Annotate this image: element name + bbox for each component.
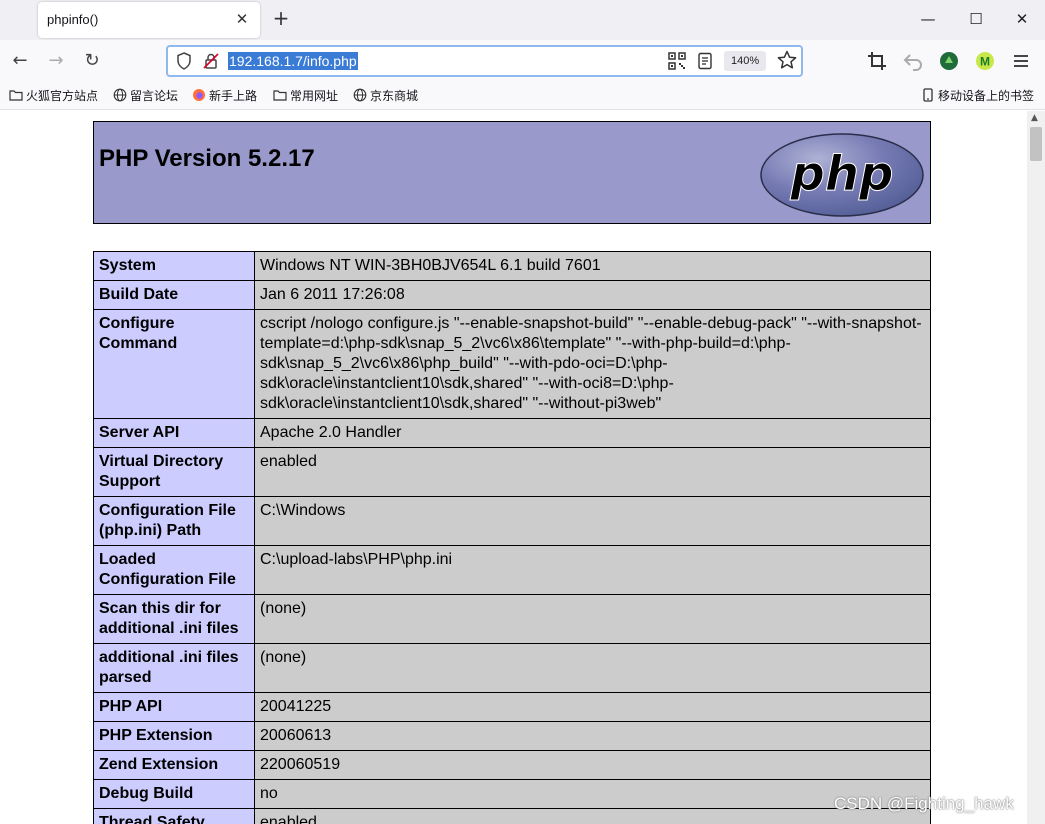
table-row: Scan this dir for additional .ini files(… (93, 594, 931, 644)
bookmark-item[interactable]: 常用网址 (273, 87, 338, 105)
url-input[interactable]: 192.168.1.7/info.php (228, 52, 358, 70)
extension-green-icon[interactable] (938, 50, 960, 72)
bookmark-label: 新手上路 (209, 89, 258, 103)
row-value: enabled (254, 808, 931, 824)
tab-strip: phpinfo() ✕ + — ☐ ✕ (0, 0, 1045, 40)
insecure-lock-icon[interactable] (201, 51, 221, 71)
row-value: (none) (254, 643, 931, 693)
row-label: Server API (93, 418, 255, 448)
reader-view-icon[interactable] (696, 52, 714, 70)
table-row: Zend Extension 220060519 (93, 750, 931, 780)
row-value: Apache 2.0 Handler (254, 418, 931, 448)
bookmarks-bar: 火狐官方站点 留言论坛 新手上路 常用网址 京东商城 移动设备上的书签 (0, 82, 1045, 110)
row-label: Build Date (93, 280, 255, 310)
crop-icon[interactable] (866, 50, 888, 72)
row-label: PHP API (93, 692, 255, 722)
row-label: Scan this dir for additional .ini files (93, 594, 255, 644)
row-value: C:\upload-labs\PHP\php.ini (254, 545, 931, 595)
navigation-bar: ← → ↻ 192.168.1.7/info.php 140% M (0, 40, 1045, 82)
table-row: Configure Command cscript /nologo configu… (93, 309, 931, 419)
row-label: Debug Build (93, 779, 255, 809)
php-logo[interactable]: php (759, 132, 925, 218)
globe-icon (353, 88, 367, 102)
bookmark-label: 京东商城 (370, 89, 419, 103)
undo-icon[interactable] (902, 50, 924, 72)
row-value: 220060519 (254, 750, 931, 780)
close-tab-icon[interactable]: ✕ (232, 9, 252, 29)
extension-m-icon[interactable]: M (974, 50, 996, 72)
bookmark-item[interactable]: 新手上路 (192, 87, 257, 105)
qr-code-icon[interactable] (668, 52, 686, 70)
table-row: additional .ini files parsed (none) (93, 643, 931, 693)
scroll-up-icon[interactable]: ▲ (1031, 113, 1038, 123)
row-value: enabled (254, 447, 931, 497)
row-label: Zend Extension (93, 750, 255, 780)
row-value: no (254, 779, 931, 809)
zoom-level-button[interactable]: 140% (724, 51, 767, 71)
row-value: Jan 6 2011 17:26:08 (254, 280, 931, 310)
row-label: Loaded Configuration File (93, 545, 255, 595)
forward-icon[interactable]: → (42, 47, 70, 75)
globe-icon (113, 88, 127, 102)
row-value: C:\Windows (254, 496, 931, 546)
firefox-icon (193, 89, 205, 101)
folder-icon (9, 90, 23, 101)
bookmark-item[interactable]: 留言论坛 (113, 87, 178, 105)
vertical-scrollbar[interactable]: ▲ (1027, 111, 1045, 824)
scrollbar-thumb[interactable] (1030, 127, 1042, 161)
table-row: PHP API 20041225 (93, 692, 931, 722)
table-row: Debug Build no (93, 779, 931, 809)
folder-icon (273, 90, 287, 101)
row-label: Configuration File (php.ini) Path (93, 496, 255, 546)
address-bar[interactable]: 192.168.1.7/info.php 140% (166, 45, 803, 77)
table-row: Thread Safety enabled (93, 808, 931, 824)
shield-icon[interactable] (174, 51, 194, 71)
row-label: Configure Command (93, 309, 255, 419)
minimize-icon[interactable]: — (913, 6, 943, 32)
reload-icon[interactable]: ↻ (78, 47, 106, 75)
row-value: 20060613 (254, 721, 931, 751)
tab-phpinfo[interactable]: phpinfo() ✕ (38, 2, 260, 38)
row-value: cscript /nologo configure.js "--enable-s… (254, 309, 931, 419)
row-label: System (93, 251, 255, 281)
mobile-device-icon (923, 88, 933, 102)
bookmark-star-icon[interactable] (776, 49, 798, 71)
table-row: Configuration File (php.ini) Path C:\Wind… (93, 496, 931, 546)
svg-text:M: M (980, 55, 990, 69)
tab-title: phpinfo() (47, 12, 99, 27)
bookmark-label: 常用网址 (290, 89, 339, 103)
table-row: System Windows NT WIN-3BH0BJV654L 6.1 bui… (93, 251, 931, 281)
page-title: PHP Version 5.2.17 (99, 145, 315, 172)
menu-icon[interactable] (1010, 50, 1032, 72)
page-viewport: PHP Version 5.2.17 php System Windows NT … (0, 111, 1027, 824)
table-row: Loaded Configuration File C:\upload-labs\… (93, 545, 931, 595)
watermark: CSDN @Fighting_hawk (834, 794, 1014, 813)
row-label: additional .ini files parsed (93, 643, 255, 693)
bookmark-label: 留言论坛 (130, 89, 179, 103)
row-value: (none) (254, 594, 931, 644)
php-version-header: PHP Version 5.2.17 php (93, 121, 931, 224)
row-value: Windows NT WIN-3BH0BJV654L 6.1 build 760… (254, 251, 931, 281)
maximize-icon[interactable]: ☐ (961, 6, 991, 32)
row-label: Thread Safety (93, 808, 255, 824)
bookmark-item[interactable]: 京东商城 (353, 87, 418, 105)
mobile-bookmarks[interactable]: 移动设备上的书签 (921, 87, 1034, 105)
table-row: PHP Extension 20060613 (93, 721, 931, 751)
bookmark-label: 火狐官方站点 (26, 89, 99, 103)
row-label: PHP Extension (93, 721, 255, 751)
row-value: 20041225 (254, 692, 931, 722)
php-logo-text: php (790, 146, 894, 202)
table-row: Virtual Directory Support enabled (93, 447, 931, 497)
bookmark-item[interactable]: 火狐官方站点 (9, 87, 98, 105)
back-icon[interactable]: ← (6, 47, 34, 75)
table-row: Build Date Jan 6 2011 17:26:08 (93, 280, 931, 310)
table-row: Server API Apache 2.0 Handler (93, 418, 931, 448)
close-window-icon[interactable]: ✕ (1007, 6, 1037, 32)
new-tab-icon[interactable]: + (270, 7, 292, 29)
row-label: Virtual Directory Support (93, 447, 255, 497)
mobile-bookmarks-label: 移动设备上的书签 (938, 89, 1035, 103)
php-info-table: System Windows NT WIN-3BH0BJV654L 6.1 bui… (93, 251, 931, 824)
